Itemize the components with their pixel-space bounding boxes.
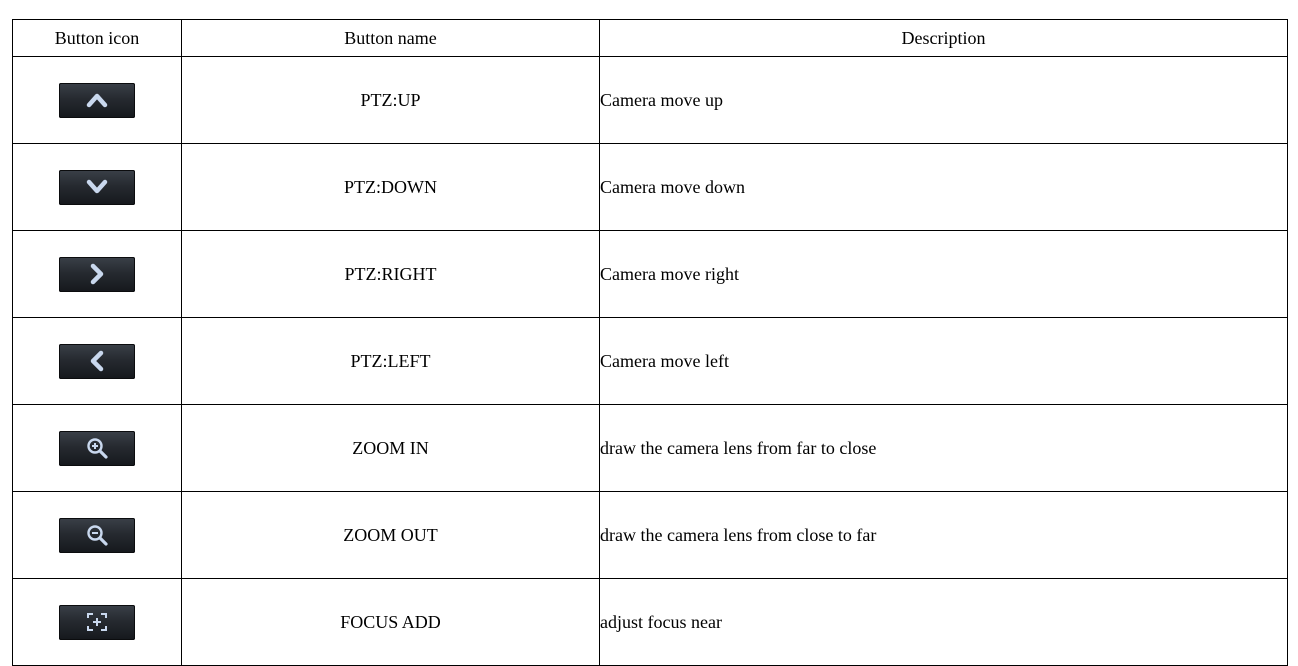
table-row: PTZ:UP Camera move up [12,56,1288,144]
table-row: FOCUS ADD adjust focus near [12,578,1288,666]
button-name: PTZ:LEFT [181,317,600,405]
button-reference-table: Button icon Button name Description PTZ:… [12,19,1288,666]
button-description: Camera move left [599,317,1288,405]
button-description: draw the camera lens from close to far [599,491,1288,579]
table-header-row: Button icon Button name Description [12,19,1288,57]
table-row: ZOOM IN draw the camera lens from far to… [12,404,1288,492]
chevron-down-icon [59,169,135,205]
button-name: PTZ:DOWN [181,143,600,231]
table-row: PTZ:RIGHT Camera move right [12,230,1288,318]
chevron-left-icon [59,343,135,379]
header-button-name: Button name [181,19,600,57]
chevron-right-icon [59,256,135,292]
button-name: PTZ:RIGHT [181,230,600,318]
button-name: PTZ:UP [181,56,600,144]
header-description: Description [599,19,1288,57]
button-description: draw the camera lens from far to close [599,404,1288,492]
button-description: Camera move right [599,230,1288,318]
zoom-out-icon [59,517,135,553]
zoom-in-icon [59,430,135,466]
button-name: ZOOM OUT [181,491,600,579]
button-description: Camera move down [599,143,1288,231]
focus-add-icon [59,604,135,640]
button-name: FOCUS ADD [181,578,600,666]
table-row: PTZ:LEFT Camera move left [12,317,1288,405]
button-description: Camera move up [599,56,1288,144]
header-button-icon: Button icon [12,19,182,57]
table-row: ZOOM OUT draw the camera lens from close… [12,491,1288,579]
button-name: ZOOM IN [181,404,600,492]
table-row: PTZ:DOWN Camera move down [12,143,1288,231]
chevron-up-icon [59,82,135,118]
button-description: adjust focus near [599,578,1288,666]
